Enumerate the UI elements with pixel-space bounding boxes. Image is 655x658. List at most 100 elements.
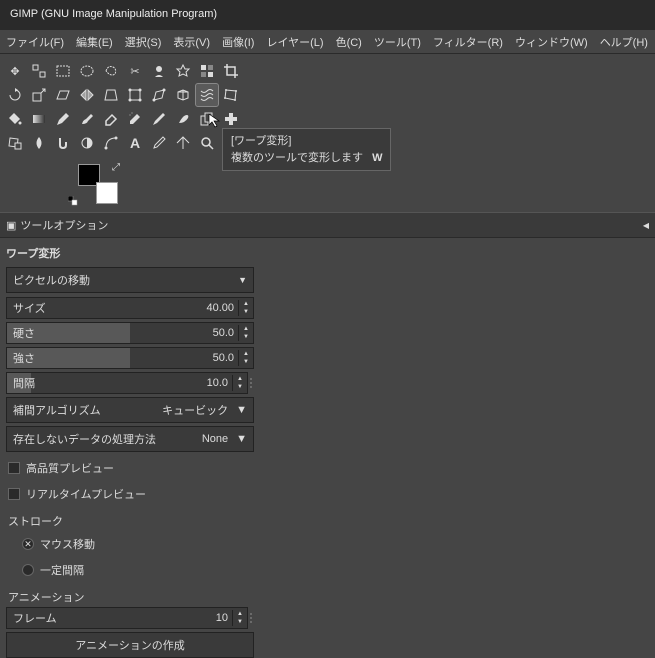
chevron-down-icon: ▼: [238, 275, 247, 285]
scissors-icon[interactable]: ✂: [124, 60, 146, 82]
perspective-clone-icon[interactable]: [4, 132, 26, 154]
size-spinner[interactable]: ▲▼: [238, 300, 253, 316]
unified-transform-icon[interactable]: [124, 84, 146, 106]
realtime-preview-checkbox[interactable]: リアルタイムプレビュー: [6, 481, 254, 507]
menu-layer[interactable]: レイヤー(L): [260, 30, 329, 54]
interpolation-label: 補間アルゴリズム: [13, 402, 101, 418]
toolbox: ✥ ✂ A: [0, 54, 655, 160]
menu-help[interactable]: ヘルプ(H): [594, 30, 654, 54]
size-label: サイズ: [7, 300, 52, 316]
hardness-slider[interactable]: 硬さ 50.0 ▲▼: [6, 322, 254, 344]
airbrush-icon[interactable]: [124, 108, 146, 130]
strength-slider[interactable]: 強さ 50.0 ▲▼: [6, 347, 254, 369]
gradient-icon[interactable]: [28, 108, 50, 130]
menu-file[interactable]: ファイル(F): [0, 30, 70, 54]
heal-icon[interactable]: [220, 108, 242, 130]
stroke-section-label: ストローク: [6, 507, 254, 531]
spacing-slider[interactable]: 間隔 10.0 ▲▼: [6, 372, 248, 394]
pencil-icon[interactable]: [52, 108, 74, 130]
menu-edit[interactable]: 編集(E): [70, 30, 119, 54]
foreground-select-icon[interactable]: [148, 60, 170, 82]
spacing-value: 10.0: [203, 377, 232, 389]
menu-filters[interactable]: フィルター(R): [427, 30, 509, 54]
spacing-label: 間隔: [7, 375, 41, 391]
hardness-value: 50.0: [209, 327, 238, 339]
scale-tool-icon[interactable]: [28, 84, 50, 106]
menu-windows[interactable]: ウィンドウ(W): [509, 30, 594, 54]
frames-label: フレーム: [7, 610, 63, 626]
text-tool-icon[interactable]: A: [124, 132, 146, 154]
frames-spinner[interactable]: ▲▼: [232, 610, 247, 626]
active-tool-name: ワープ変形: [6, 242, 254, 267]
3d-transform-icon[interactable]: [172, 84, 194, 106]
hq-preview-checkbox[interactable]: 高品質プレビュー: [6, 455, 254, 481]
warp-transform-icon[interactable]: [196, 84, 218, 106]
paintbrush-icon[interactable]: [76, 108, 98, 130]
spacing-spinner[interactable]: ▲▼: [232, 375, 247, 391]
warp-mode-value: ピクセルの移動: [13, 272, 90, 288]
clone-icon[interactable]: [196, 108, 218, 130]
interpolation-select[interactable]: 補間アルゴリズム キュービック ▼: [6, 397, 254, 423]
realtime-preview-label: リアルタイムプレビュー: [26, 486, 146, 502]
free-select-icon[interactable]: [100, 60, 122, 82]
swap-colors-icon[interactable]: ⤢: [112, 162, 120, 173]
animation-section-label: アニメーション: [6, 583, 254, 607]
chevron-down-icon: ▼: [236, 433, 247, 445]
fixed-spacing-radio[interactable]: 一定間隔: [20, 557, 254, 583]
blur-sharpen-icon[interactable]: [28, 132, 50, 154]
size-slider[interactable]: サイズ 40.00 ▲▼: [6, 297, 254, 319]
grabber-icon[interactable]: [248, 378, 254, 388]
zoom-tool-icon[interactable]: [196, 132, 218, 154]
menu-select[interactable]: 選択(S): [119, 30, 168, 54]
frames-slider[interactable]: フレーム 10 ▲▼: [6, 607, 248, 629]
handle-transform-icon[interactable]: [148, 84, 170, 106]
ink-icon[interactable]: [148, 108, 170, 130]
bucket-fill-icon[interactable]: [4, 108, 26, 130]
abyss-policy-select[interactable]: 存在しないデータの処理方法 None ▼: [6, 426, 254, 452]
strength-spinner[interactable]: ▲▼: [238, 350, 253, 366]
menu-image[interactable]: 画像(I): [216, 30, 260, 54]
reset-colors-icon[interactable]: [68, 196, 78, 206]
rotate-tool-icon[interactable]: [4, 84, 26, 106]
path-tool-icon[interactable]: [100, 132, 122, 154]
rect-select-icon[interactable]: [52, 60, 74, 82]
fuzzy-select-icon[interactable]: [172, 60, 194, 82]
hq-preview-label: 高品質プレビュー: [26, 460, 114, 476]
chevron-down-icon: ▼: [236, 404, 247, 416]
panel-menu-icon[interactable]: ◀: [643, 221, 649, 230]
color-picker-icon[interactable]: [148, 132, 170, 154]
mypaint-brush-icon[interactable]: [172, 108, 194, 130]
shear-tool-icon[interactable]: [52, 84, 74, 106]
cage-transform-icon[interactable]: [220, 84, 242, 106]
menu-tools[interactable]: ツール(T): [368, 30, 427, 54]
abyss-value: None: [202, 433, 228, 445]
ellipse-select-icon[interactable]: [76, 60, 98, 82]
interpolation-value: キュービック: [162, 402, 228, 418]
hardness-spinner[interactable]: ▲▼: [238, 325, 253, 341]
move-tool-icon[interactable]: ✥: [4, 60, 26, 82]
background-color-swatch[interactable]: [96, 182, 118, 204]
by-color-select-icon[interactable]: [196, 60, 218, 82]
perspective-tool-icon[interactable]: [100, 84, 122, 106]
crop-tool-icon[interactable]: [220, 60, 242, 82]
menu-colors[interactable]: 色(C): [330, 30, 368, 54]
align-tool-icon[interactable]: [28, 60, 50, 82]
tool-options-panel: ワープ変形 ピクセルの移動 ▼ サイズ 40.00 ▲▼ 硬さ 50.0 ▲▼ …: [0, 238, 260, 658]
tool-options-header: ▣ ツールオプション ◀: [0, 212, 655, 238]
measure-tool-icon[interactable]: [172, 132, 194, 154]
window-titlebar: GIMP (GNU Image Manipulation Program): [0, 0, 655, 30]
mouse-move-radio[interactable]: ✕ マウス移動: [20, 531, 254, 557]
create-animation-button[interactable]: アニメーションの作成: [6, 632, 254, 658]
warp-mode-select[interactable]: ピクセルの移動 ▼: [6, 267, 254, 293]
color-swatches: ⤢: [78, 164, 118, 204]
eraser-icon[interactable]: [100, 108, 122, 130]
grabber-icon[interactable]: [248, 613, 254, 623]
abyss-label: 存在しないデータの処理方法: [13, 431, 156, 447]
strength-value: 50.0: [209, 352, 238, 364]
smudge-icon[interactable]: [52, 132, 74, 154]
radio-icon: ✕: [22, 538, 34, 550]
flip-tool-icon[interactable]: [76, 84, 98, 106]
mouse-move-label: マウス移動: [40, 536, 95, 552]
menu-view[interactable]: 表示(V): [167, 30, 216, 54]
dodge-burn-icon[interactable]: [76, 132, 98, 154]
